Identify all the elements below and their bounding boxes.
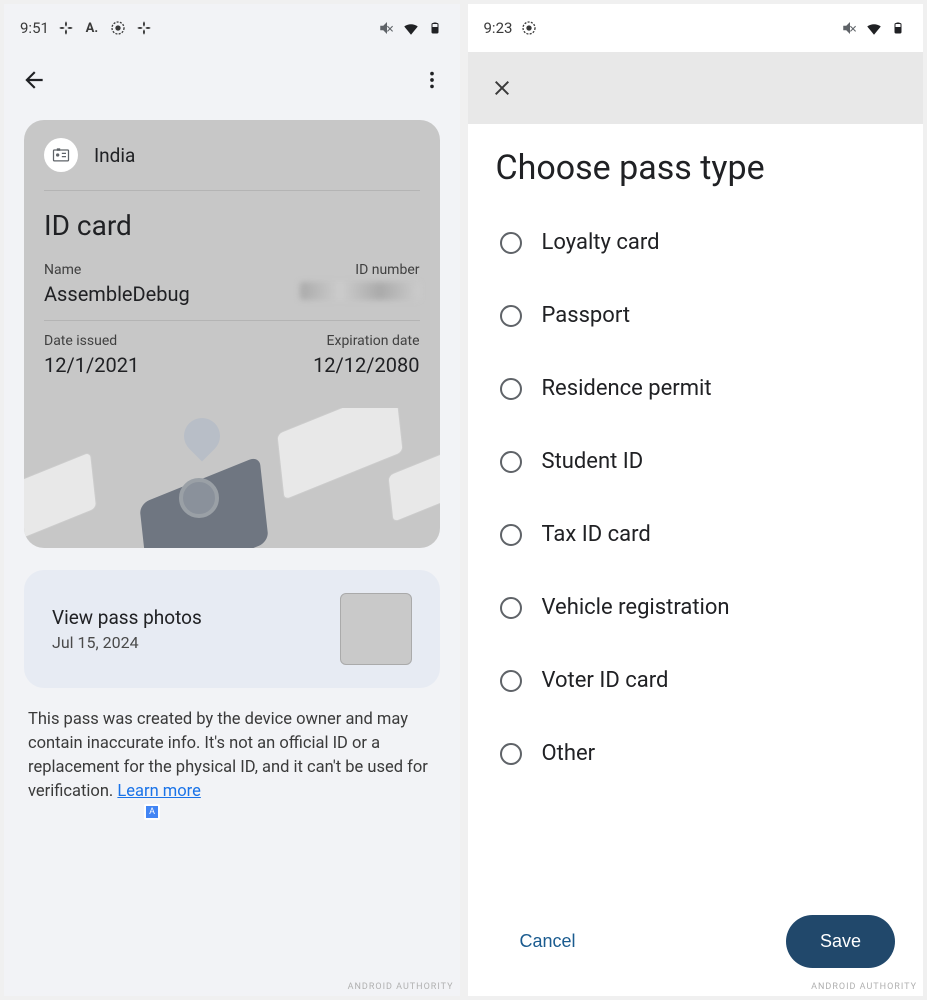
card-illustration: [24, 408, 440, 548]
wifi-icon: [865, 19, 883, 37]
radio-student-id[interactable]: Student ID: [476, 425, 916, 498]
photos-date: Jul 15, 2024: [52, 633, 202, 652]
status-bar: 9:23: [468, 4, 924, 52]
id-number-label: ID number: [300, 262, 420, 278]
more-vert-icon[interactable]: [420, 68, 444, 92]
status-bar: 9:51 A.: [4, 4, 460, 52]
radio-label: Residence permit: [542, 376, 712, 401]
expiration-value: 12/12/2080: [313, 353, 419, 377]
close-button[interactable]: [488, 74, 516, 102]
country-label: India: [94, 144, 135, 167]
name-label: Name: [44, 262, 190, 278]
radio-icon: [500, 305, 522, 327]
radio-label: Passport: [542, 303, 631, 328]
radio-label: Loyalty card: [542, 230, 660, 255]
battery-icon: [889, 19, 907, 37]
pass-detail-screen: 9:51 A.: [4, 4, 460, 996]
save-button[interactable]: Save: [786, 915, 895, 968]
radio-label: Tax ID card: [542, 522, 651, 547]
view-pass-photos-button[interactable]: View pass photos Jul 15, 2024: [24, 570, 440, 688]
radio-icon: [500, 451, 522, 473]
radio-icon: [500, 670, 522, 692]
radio-residence-permit[interactable]: Residence permit: [476, 352, 916, 425]
record-icon: [520, 19, 538, 37]
radio-icon: [500, 524, 522, 546]
section-title: Choose pass type: [468, 124, 924, 200]
radio-loyalty-card[interactable]: Loyalty card: [476, 206, 916, 279]
translate-badge-icon: A: [144, 804, 160, 820]
radio-icon: [500, 597, 522, 619]
back-button[interactable]: [20, 66, 48, 94]
id-number-redacted: [300, 282, 420, 300]
issued-value: 12/1/2021: [44, 353, 139, 377]
watermark: ANDROID AUTHORITY: [348, 982, 454, 992]
mute-icon: [841, 19, 859, 37]
battery-icon: [426, 19, 444, 37]
watermark: ANDROID AUTHORITY: [811, 982, 917, 992]
status-time: 9:23: [484, 19, 513, 37]
photo-thumbnail: [340, 593, 412, 665]
pass-type-list: Loyalty card Passport Residence permit S…: [468, 200, 924, 903]
modal-header: [468, 52, 924, 124]
radio-label: Vehicle registration: [542, 595, 730, 620]
wifi-icon: [402, 19, 420, 37]
photos-title: View pass photos: [52, 606, 202, 629]
id-card[interactable]: India ID card Name AssembleDebug ID numb…: [24, 120, 440, 548]
app-bar: [4, 52, 460, 108]
name-value: AssembleDebug: [44, 282, 190, 306]
radio-label: Other: [542, 741, 596, 766]
cancel-button[interactable]: Cancel: [508, 921, 588, 962]
mute-icon: [378, 19, 396, 37]
status-time: 9:51: [20, 19, 49, 37]
card-type: ID card: [44, 209, 420, 242]
app-a-icon: A.: [83, 19, 101, 37]
record-icon: [109, 19, 127, 37]
radio-icon: [500, 743, 522, 765]
radio-label: Voter ID card: [542, 668, 669, 693]
disclaimer-text: This pass was created by the device owne…: [28, 708, 436, 804]
radio-label: Student ID: [542, 449, 644, 474]
disclaimer-body: This pass was created by the device owne…: [28, 710, 428, 801]
pinwheel-icon-2: [135, 19, 153, 37]
expiration-label: Expiration date: [313, 333, 419, 349]
radio-voter-id-card[interactable]: Voter ID card: [476, 644, 916, 717]
pinwheel-icon: [57, 19, 75, 37]
choose-pass-type-screen: 9:23 Choose pass type Loyalty card: [468, 4, 924, 996]
radio-passport[interactable]: Passport: [476, 279, 916, 352]
learn-more-link[interactable]: Learn more: [117, 782, 200, 801]
radio-other[interactable]: Other: [476, 717, 916, 790]
issued-label: Date issued: [44, 333, 139, 349]
radio-icon: [500, 232, 522, 254]
id-card-icon: [44, 138, 78, 172]
radio-icon: [500, 378, 522, 400]
radio-vehicle-registration[interactable]: Vehicle registration: [476, 571, 916, 644]
radio-tax-id-card[interactable]: Tax ID card: [476, 498, 916, 571]
